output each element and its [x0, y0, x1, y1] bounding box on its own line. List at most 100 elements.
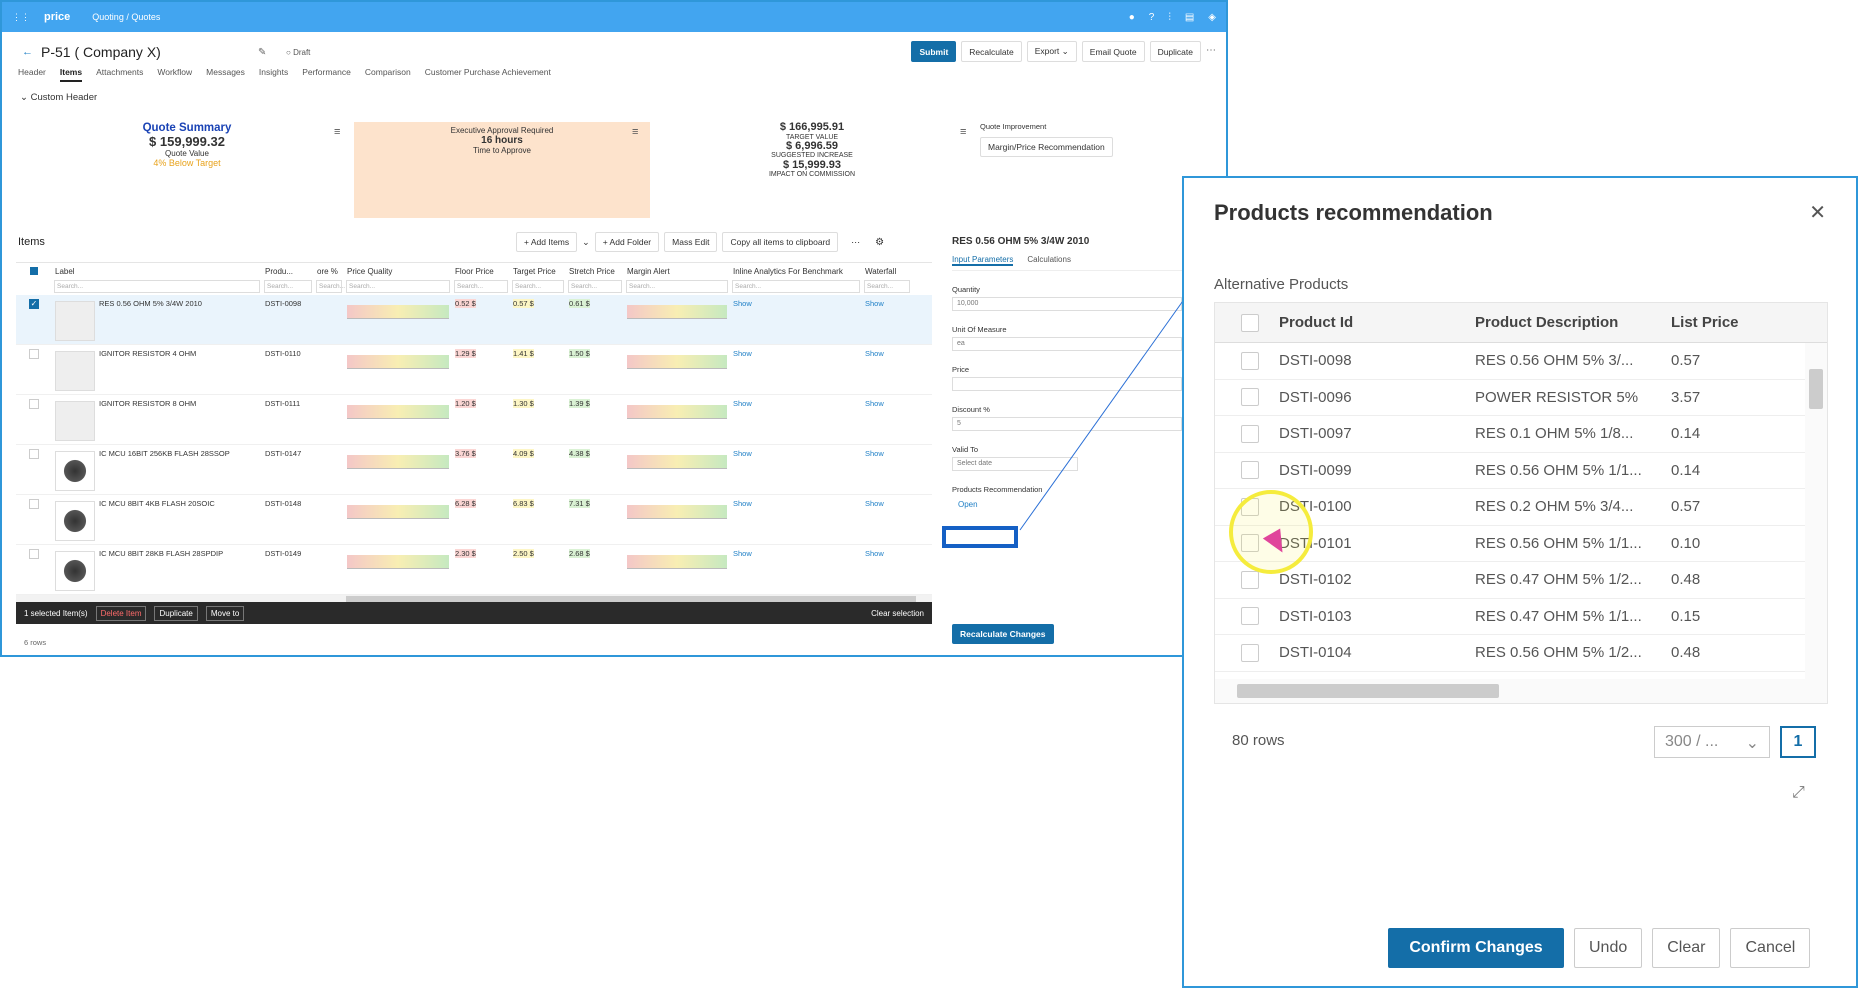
clear-button[interactable]: Clear — [1652, 928, 1721, 968]
clear-selection-button[interactable]: Clear selection — [871, 609, 924, 618]
table-row[interactable]: DSTI-0104 RES 0.56 OHM 5% 1/2... 0.48 — [1215, 635, 1827, 672]
select-all-checkbox[interactable] — [1241, 313, 1259, 332]
notification-icon[interactable]: ● — [1129, 12, 1135, 23]
col-inline-analytics[interactable]: Inline Analytics For Benchmark — [730, 263, 862, 279]
add-folder-button[interactable]: + Add Folder — [594, 232, 660, 252]
copy-items-button[interactable]: Copy all items to clipboard — [722, 232, 839, 252]
analytics-show-link[interactable]: Show — [733, 299, 752, 308]
margin-search-input[interactable]: Search... — [626, 280, 728, 293]
back-arrow-icon[interactable]: ← — [22, 46, 33, 58]
col-waterfall[interactable]: Waterfall — [862, 263, 912, 279]
row-checkbox[interactable] — [29, 549, 39, 559]
analytics-show-link[interactable]: Show — [733, 449, 752, 458]
improvement-menu-icon[interactable]: ≡ — [960, 126, 966, 138]
tab-customer-purchase[interactable]: Customer Purchase Achievement — [425, 67, 551, 82]
delete-item-button[interactable]: Delete Item — [95, 605, 147, 621]
email-quote-button[interactable]: Email Quote — [1081, 41, 1145, 62]
scrollbar-thumb[interactable] — [1809, 369, 1823, 409]
row-checkbox[interactable] — [29, 449, 39, 459]
horizontal-scrollbar[interactable] — [1215, 679, 1827, 703]
tab-items[interactable]: Items — [59, 67, 83, 82]
chevron-down-icon[interactable]: ⌄ — [582, 237, 590, 248]
table-row[interactable]: DSTI-0102 RES 0.47 OHM 5% 1/2... 0.48 — [1215, 562, 1827, 599]
col-price-quality[interactable]: Price Quality — [344, 263, 452, 279]
col-margin-alert[interactable]: Margin Alert — [624, 263, 730, 279]
col-product-id[interactable]: Product Id — [1279, 314, 1475, 331]
tab-header[interactable]: Header — [18, 67, 46, 82]
product-search-input[interactable]: Search... — [264, 280, 312, 293]
expand-icon[interactable]: ⤢ — [1792, 784, 1805, 802]
row-checkbox[interactable] — [1241, 388, 1259, 407]
col-product-description[interactable]: Product Description — [1475, 314, 1671, 331]
summary-menu-icon[interactable]: ≡ — [334, 126, 340, 138]
select-all-checkbox[interactable] — [16, 263, 52, 279]
recalculate-button[interactable]: Recalculate — [961, 41, 1022, 62]
tab-messages[interactable]: Messages — [206, 67, 245, 82]
recalculate-changes-button[interactable]: Recalculate Changes — [952, 624, 1054, 644]
more-icon[interactable]: ⋯ — [851, 237, 860, 248]
table-row[interactable]: IC MCU 16BIT 256KB FLASH 28SSOP DSTI-014… — [16, 445, 932, 495]
page-1-button[interactable]: 1 — [1780, 726, 1816, 758]
waterfall-show-link[interactable]: Show — [865, 349, 884, 358]
duplicate-button[interactable]: Duplicate — [1149, 41, 1201, 62]
table-row[interactable]: IC MCU 8BIT 4KB FLASH 20SOIC DSTI-0148 6… — [16, 495, 932, 545]
col-stretch-price[interactable]: Stretch Price — [566, 263, 624, 279]
waterfall-show-link[interactable]: Show — [865, 399, 884, 408]
table-row[interactable]: IGNITOR RESISTOR 8 OHM DSTI-0111 1.20 $ … — [16, 395, 932, 445]
tag-icon[interactable]: ◈ — [1208, 12, 1216, 23]
settings-sliders-icon[interactable]: ⫶ — [1168, 12, 1171, 23]
col-ore[interactable]: ore % — [314, 263, 344, 279]
add-items-button[interactable]: + Add Items — [516, 232, 578, 252]
help-icon[interactable]: ? — [1149, 12, 1155, 23]
more-icon[interactable]: ⋯ — [1206, 41, 1216, 62]
waterfall-show-link[interactable]: Show — [865, 449, 884, 458]
col-target-price[interactable]: Target Price — [510, 263, 566, 279]
row-checkbox[interactable] — [1241, 351, 1259, 370]
table-row[interactable]: DSTI-0096 POWER RESISTOR 5% 3.57 — [1215, 380, 1827, 416]
scrollbar-thumb[interactable] — [1237, 684, 1499, 698]
vertical-scrollbar[interactable] — [1805, 343, 1827, 679]
col-list-price[interactable]: List Price — [1671, 314, 1791, 331]
col-label[interactable]: Label — [52, 263, 262, 279]
waterfall-show-link[interactable]: Show — [865, 499, 884, 508]
tab-attachments[interactable]: Attachments — [96, 67, 143, 82]
ore-search-input[interactable]: Search... — [316, 280, 345, 293]
app-logo[interactable]: price — [44, 11, 70, 23]
row-checkbox[interactable] — [29, 399, 39, 409]
row-checkbox[interactable] — [1241, 607, 1259, 626]
database-icon[interactable]: ▤ — [1185, 12, 1194, 23]
cancel-button[interactable]: Cancel — [1730, 928, 1811, 968]
table-row[interactable]: IGNITOR RESISTOR 4 OHM DSTI-0110 1.29 $ … — [16, 345, 932, 395]
analytics-show-link[interactable]: Show — [733, 549, 752, 558]
table-row[interactable]: IC MCU 8BIT 28KB FLASH 28SPDIP DSTI-0149… — [16, 545, 932, 595]
approval-menu-icon[interactable]: ≡ — [632, 126, 638, 138]
tab-insights[interactable]: Insights — [259, 67, 288, 82]
table-row[interactable]: DSTI-0097 RES 0.1 OHM 5% 1/8... 0.14 — [1215, 416, 1827, 453]
row-checkbox[interactable] — [1241, 424, 1259, 443]
row-checkbox[interactable] — [29, 349, 39, 359]
row-checkbox[interactable] — [1241, 643, 1259, 662]
edit-pencil-icon[interactable]: ✎ — [258, 47, 266, 58]
col-product[interactable]: Produ... — [262, 263, 314, 279]
waterfall-search-input[interactable]: Search... — [864, 280, 910, 293]
confirm-changes-button[interactable]: Confirm Changes — [1388, 928, 1564, 968]
duplicate-selection-button[interactable]: Duplicate — [154, 605, 198, 621]
move-to-button[interactable]: Move to — [205, 605, 245, 621]
stretch-search-input[interactable]: Search... — [568, 280, 622, 293]
analytics-search-input[interactable]: Search... — [732, 280, 860, 293]
page-size-select[interactable]: 300 / ... ⌄ — [1654, 726, 1770, 758]
tab-workflow[interactable]: Workflow — [157, 67, 192, 82]
apps-grid-icon[interactable]: ⋮⋮ — [12, 12, 30, 23]
label-search-input[interactable]: Search... — [54, 280, 260, 293]
row-checkbox[interactable] — [29, 499, 39, 509]
floor-search-input[interactable]: Search... — [454, 280, 508, 293]
col-floor-price[interactable]: Floor Price — [452, 263, 510, 279]
breadcrumb[interactable]: Quoting / Quotes — [92, 12, 160, 22]
margin-price-recommendation-button[interactable]: Margin/Price Recommendation — [980, 137, 1113, 157]
analytics-show-link[interactable]: Show — [733, 499, 752, 508]
table-row[interactable]: DSTI-0103 RES 0.47 OHM 5% 1/1... 0.15 — [1215, 599, 1827, 635]
analytics-show-link[interactable]: Show — [733, 399, 752, 408]
row-checkbox[interactable] — [1241, 461, 1259, 480]
submit-button[interactable]: Submit — [911, 41, 957, 62]
custom-header-toggle[interactable]: ⌄ Custom Header — [20, 92, 97, 103]
